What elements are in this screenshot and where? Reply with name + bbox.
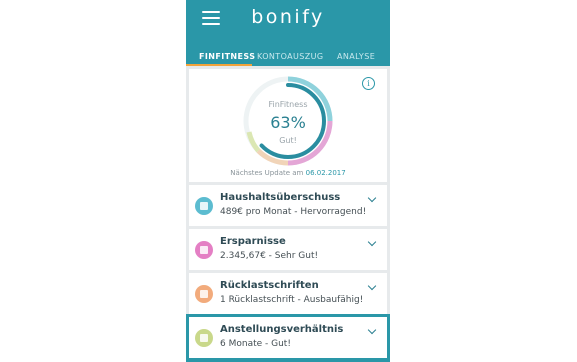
document-icon: [195, 285, 213, 303]
gauge-percent: 63%: [270, 113, 306, 132]
item-subtitle: 2.345,67€ - Sehr Gut!: [220, 251, 319, 261]
next-update-text: Nächstes Update am 06.02.2017: [189, 169, 387, 177]
tab-kontoauszug[interactable]: KONTOAUSZUG: [257, 52, 323, 61]
item-title: Anstellungsverhältnis: [220, 324, 344, 335]
finfitness-card: i FinFitness 63% Gut! Nächstes Update am…: [189, 69, 387, 182]
info-icon[interactable]: i: [362, 77, 375, 90]
chevron-down-icon[interactable]: [367, 193, 377, 203]
app-screen: bonify FINFITNESS KONTOAUSZUG ANALYSE i …: [186, 0, 390, 362]
calculator-icon: [195, 197, 213, 215]
briefcase-icon: [195, 329, 213, 347]
gauge-title: FinFitness: [268, 100, 308, 109]
item-subtitle: 1 Rücklastschrift - Ausbaufähig!: [220, 295, 364, 305]
list-item-ruecklastschriften[interactable]: Rücklastschriften 1 Rücklastschrift - Au…: [189, 273, 387, 314]
list-item-anstellungsverhaeltnis[interactable]: Anstellungsverhältnis 6 Monate - Gut!: [189, 317, 387, 358]
gauge-status: Gut!: [279, 136, 297, 145]
item-title: Rücklastschriften: [220, 280, 319, 291]
tab-analyse[interactable]: ANALYSE: [337, 52, 375, 61]
item-subtitle: 489€ pro Monat - Hervorragend!: [220, 207, 367, 217]
item-title: Ersparnisse: [220, 236, 286, 247]
item-title: Haushaltsüberschuss: [220, 192, 341, 203]
list-item-ersparnisse[interactable]: Ersparnisse 2.345,67€ - Sehr Gut!: [189, 229, 387, 270]
chevron-down-icon[interactable]: [367, 325, 377, 335]
piggy-bank-icon: [195, 241, 213, 259]
active-tab-indicator: [186, 64, 252, 66]
chevron-down-icon[interactable]: [367, 281, 377, 291]
list-item-haushaltsueberschuss[interactable]: Haushaltsüberschuss 489€ pro Monat - Her…: [189, 185, 387, 226]
update-date: 06.02.2017: [305, 169, 346, 177]
tab-finfitness[interactable]: FINFITNESS: [199, 52, 255, 61]
tab-bar: FINFITNESS KONTOAUSZUG ANALYSE: [186, 48, 390, 66]
update-prefix: Nächstes Update am: [230, 169, 304, 177]
item-subtitle: 6 Monate - Gut!: [220, 339, 291, 349]
app-logo: bonify: [251, 6, 325, 28]
app-header: bonify FINFITNESS KONTOAUSZUG ANALYSE: [186, 0, 390, 66]
chevron-down-icon[interactable]: [367, 237, 377, 247]
